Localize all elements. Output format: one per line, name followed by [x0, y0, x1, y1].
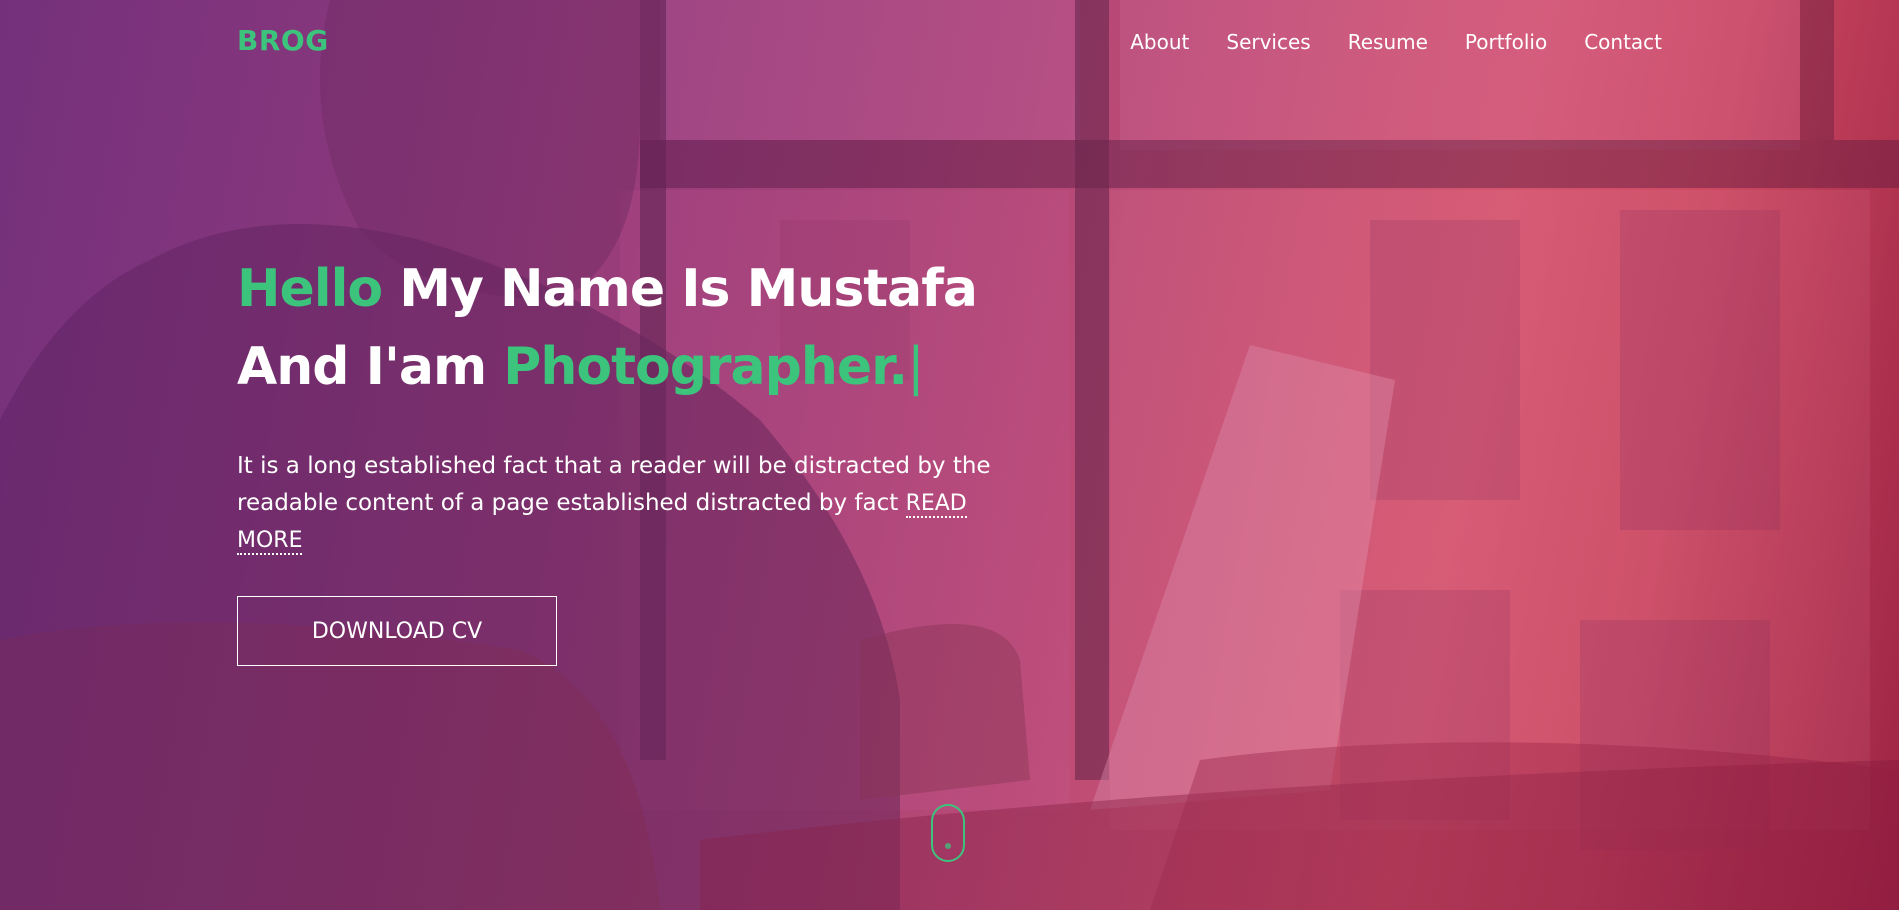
- nav-item-portfolio: Portfolio: [1465, 30, 1547, 54]
- nav-item-resume: Resume: [1348, 30, 1428, 54]
- nav-link-resume[interactable]: Resume: [1348, 30, 1428, 54]
- nav-menu: About Services Resume Portfolio Contact: [1130, 30, 1662, 54]
- download-cv-button[interactable]: DOWNLOAD CV: [237, 596, 557, 666]
- top-navbar: BROG About Services Resume Portfolio Con…: [0, 0, 1899, 86]
- headline-and-iam: And I'am: [237, 337, 487, 397]
- hero-description: It is a long established fact that a rea…: [237, 448, 1017, 559]
- nav-link-about[interactable]: About: [1130, 30, 1189, 54]
- nav-link-services[interactable]: Services: [1226, 30, 1310, 54]
- hero-content: Hello My Name Is Mustafa And I'am Photog…: [237, 250, 1037, 666]
- nav-item-about: About: [1130, 30, 1189, 54]
- typing-cursor: |: [907, 337, 925, 397]
- nav-item-services: Services: [1226, 30, 1310, 54]
- mouse-scroll-icon[interactable]: [931, 804, 965, 862]
- nav-link-contact[interactable]: Contact: [1584, 30, 1662, 54]
- headline-role: Photographer.: [503, 337, 908, 397]
- scroll-wheel-dot: [945, 843, 951, 849]
- headline-name: My Name Is Mustafa: [399, 259, 978, 319]
- nav-link-portfolio[interactable]: Portfolio: [1465, 30, 1547, 54]
- hero-section: BROG About Services Resume Portfolio Con…: [0, 0, 1899, 910]
- site-logo[interactable]: BROG: [237, 24, 329, 57]
- description-text: It is a long established fact that a rea…: [237, 453, 991, 516]
- headline-hello: Hello: [237, 259, 383, 319]
- hero-headline: Hello My Name Is Mustafa And I'am Photog…: [237, 250, 1037, 406]
- nav-item-contact: Contact: [1584, 30, 1662, 54]
